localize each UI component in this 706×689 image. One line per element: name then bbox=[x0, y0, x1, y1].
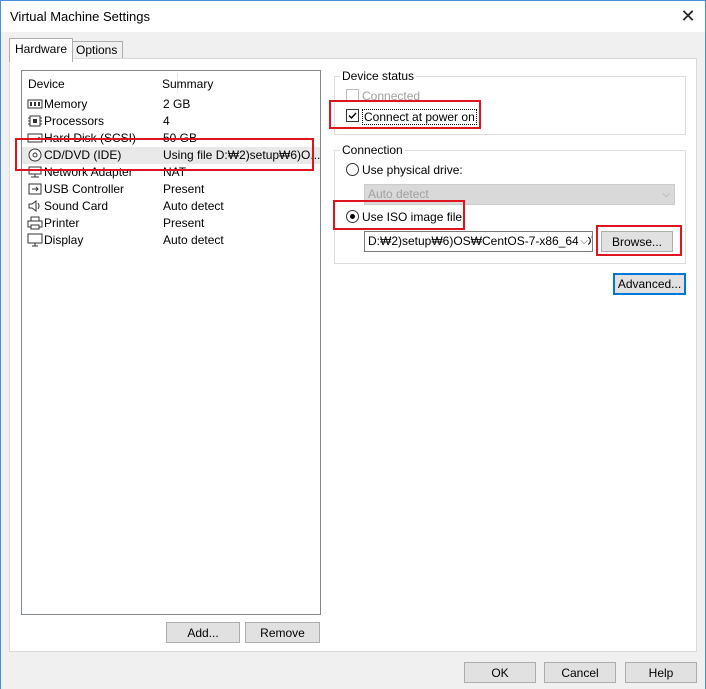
device-row-hard-disk[interactable]: Hard Disk (SCSI) 50 GB bbox=[22, 130, 320, 147]
column-header-summary[interactable]: Summary bbox=[162, 77, 213, 91]
connected-checkbox[interactable] bbox=[346, 89, 359, 102]
memory-icon bbox=[27, 97, 43, 111]
connect-at-power-on-checkbox[interactable] bbox=[346, 109, 359, 122]
device-row-processors[interactable]: Processors 4 bbox=[22, 113, 320, 130]
iso-path-combobox[interactable]: D:₩2)setup₩6)OS₩CentOS-7-x86_64-D\ ⌵ bbox=[364, 231, 593, 252]
chevron-down-icon: ⌵ bbox=[662, 189, 670, 200]
device-summary: 4 bbox=[163, 114, 170, 128]
device-name: Memory bbox=[44, 97, 88, 111]
browse-button[interactable]: Browse... bbox=[601, 231, 673, 252]
chevron-down-icon: ⌵ bbox=[578, 232, 588, 251]
display-icon bbox=[27, 233, 43, 247]
connect-at-power-on-label[interactable]: Connect at power on bbox=[362, 109, 477, 125]
device-summary: Present bbox=[163, 216, 205, 230]
iso-image-label[interactable]: Use ISO image file: bbox=[362, 210, 465, 224]
device-row-display[interactable]: Display Auto detect bbox=[22, 232, 320, 249]
physical-drive-value: Auto detect bbox=[368, 187, 429, 201]
device-name: Hard Disk (SCSI) bbox=[44, 131, 137, 145]
processor-icon bbox=[27, 114, 43, 128]
add-device-button[interactable]: Add... bbox=[166, 622, 240, 643]
radio-dot bbox=[350, 214, 355, 219]
device-summary: Auto detect bbox=[163, 233, 224, 247]
device-row-network-adapter[interactable]: Network Adapter NAT bbox=[22, 164, 320, 181]
device-summary: 2 GB bbox=[163, 97, 191, 111]
connection-label: Connection bbox=[340, 143, 405, 157]
close-icon[interactable]: ✕ bbox=[671, 1, 705, 32]
remove-device-button[interactable]: Remove bbox=[245, 622, 320, 643]
cd-dvd-icon bbox=[27, 148, 43, 162]
network-adapter-icon bbox=[27, 165, 43, 179]
iso-image-radio[interactable] bbox=[346, 210, 359, 223]
device-name: Printer bbox=[44, 216, 80, 230]
device-name: CD/DVD (IDE) bbox=[44, 148, 122, 162]
iso-path-value: D:₩2)setup₩6)OS₩CentOS-7-x86_64-D\ bbox=[368, 234, 593, 248]
help-button[interactable]: Help bbox=[625, 662, 697, 683]
advanced-button[interactable]: Advanced... bbox=[613, 273, 686, 295]
device-summary: NAT bbox=[163, 165, 187, 179]
device-list[interactable]: Device Summary Memory 2 GB Processors 4 … bbox=[21, 70, 321, 615]
device-name: Network Adapter bbox=[44, 165, 133, 179]
device-row-memory[interactable]: Memory 2 GB bbox=[22, 96, 320, 113]
device-summary: 50 GB bbox=[163, 131, 198, 145]
checkmark-icon bbox=[348, 112, 357, 120]
device-name: Processors bbox=[44, 114, 105, 128]
device-row-usb-controller[interactable]: USB Controller Present bbox=[22, 181, 320, 198]
device-status-group bbox=[334, 76, 686, 135]
title-bar: Virtual Machine Settings ✕ bbox=[1, 1, 705, 32]
device-name: USB Controller bbox=[44, 182, 125, 196]
column-header-device[interactable]: Device bbox=[28, 77, 65, 91]
vm-settings-window: Virtual Machine Settings ✕ Hardware Opti… bbox=[0, 0, 706, 689]
device-list-header: Device Summary bbox=[22, 71, 320, 95]
device-summary: Auto detect bbox=[163, 199, 224, 213]
device-row-printer[interactable]: Printer Present bbox=[22, 215, 320, 232]
ok-button[interactable]: OK bbox=[464, 662, 536, 683]
device-name: Sound Card bbox=[44, 199, 109, 213]
device-status-label: Device status bbox=[340, 69, 417, 83]
device-summary: Present bbox=[163, 182, 205, 196]
window-title: Virtual Machine Settings bbox=[10, 9, 150, 24]
device-summary: Using file D:₩2)setup₩6)O... bbox=[163, 148, 321, 162]
device-row-cd-dvd[interactable]: CD/DVD (IDE) Using file D:₩2)setup₩6)O..… bbox=[22, 147, 320, 164]
sound-icon bbox=[27, 199, 43, 213]
device-row-sound-card[interactable]: Sound Card Auto detect bbox=[22, 198, 320, 215]
connected-label: Connected bbox=[362, 89, 421, 103]
physical-drive-label[interactable]: Use physical drive: bbox=[362, 163, 463, 177]
device-name: Display bbox=[44, 233, 84, 247]
physical-drive-radio[interactable] bbox=[346, 163, 359, 176]
usb-icon bbox=[27, 182, 43, 196]
tab-hardware[interactable]: Hardware bbox=[9, 38, 74, 62]
hard-disk-icon bbox=[27, 131, 43, 145]
physical-drive-select[interactable]: Auto detect ⌵ bbox=[364, 184, 675, 205]
printer-icon bbox=[27, 216, 43, 230]
cancel-button[interactable]: Cancel bbox=[544, 662, 616, 683]
